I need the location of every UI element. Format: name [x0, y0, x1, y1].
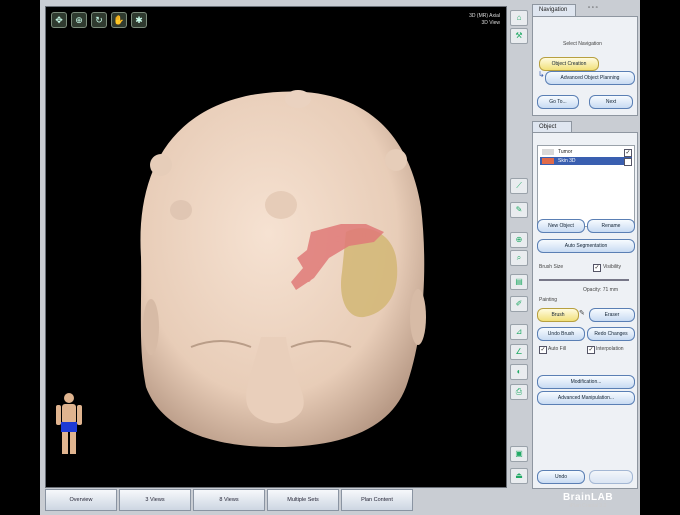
object-label: Skin 3D — [558, 158, 576, 164]
tab-overview[interactable]: Overview — [45, 489, 117, 511]
fiducial-marker — [285, 90, 311, 108]
next-button[interactable]: Next — [589, 95, 633, 109]
undo-brush-button[interactable]: Undo Brush — [537, 327, 585, 341]
tool-strip: ⌂ ⚒ ⟋ ✎ ⊕ ⌕ ▤ ✐ ⊿ ∠ ◐ ⎙ ▣ ⏏ — [508, 6, 528, 491]
fiducial-marker — [170, 200, 192, 220]
brush-tool-small-icon: ✎ — [579, 310, 585, 317]
measure-icon[interactable]: ⟋ — [510, 178, 528, 194]
step-arrow-icon: ↳ — [538, 70, 545, 79]
painting-label: Painting — [539, 297, 558, 303]
opacity-label: Opacity: 71 mm — [583, 287, 619, 293]
brush-size-label: Brush Size — [539, 264, 564, 270]
ruler-icon[interactable]: ⊿ — [510, 324, 528, 340]
visibility-toggle[interactable]: ✓ — [593, 264, 601, 272]
wrench-icon[interactable]: ⚒ — [510, 28, 528, 44]
object-creation-button[interactable]: Object Creation — [539, 57, 599, 71]
interpolation-label: Interpolation — [596, 346, 624, 352]
brush-tool-icon[interactable]: ✎ — [510, 202, 528, 218]
window-controls[interactable]: ▫ ▫ ▫ — [588, 5, 598, 11]
tab-plan-content[interactable]: Plan Content — [341, 489, 413, 511]
angle-icon[interactable]: ∠ — [510, 344, 528, 360]
auto-fill-label: Auto Fill — [548, 346, 567, 352]
3d-viewport[interactable]: ✥ ⊕ ↻ ✋ ✱ 3D (MR) Axial 3D View — [45, 6, 507, 488]
tab-8-views[interactable]: 8 Views — [193, 489, 265, 511]
visibility-checkbox[interactable]: ✓ — [624, 158, 632, 166]
visibility-label: Visibility — [603, 264, 621, 270]
brush-button[interactable]: Brush — [537, 308, 579, 322]
home-icon[interactable]: ⌂ — [510, 10, 528, 26]
contrast-icon[interactable]: ◐ — [510, 364, 528, 380]
tab-navigation[interactable]: Navigation — [532, 4, 576, 16]
tab-multiple-sets[interactable]: Multiple Sets — [267, 489, 339, 511]
advanced-object-planning-button[interactable]: Advanced Object Planning — [545, 71, 635, 85]
color-swatch — [542, 149, 554, 155]
fiducial-marker — [150, 154, 172, 176]
head-3d-render — [140, 90, 426, 447]
fiducial-marker — [385, 149, 407, 171]
interpolation-checkbox[interactable]: ✓ — [587, 346, 595, 354]
save-icon[interactable]: ▣ — [510, 446, 528, 462]
print-icon[interactable]: ⎙ — [510, 384, 528, 400]
view-tabs: Overview 3 Views 8 Views Multiple Sets P… — [45, 489, 413, 511]
eraser-button[interactable]: Eraser — [589, 308, 635, 322]
new-object-button[interactable]: New Object — [537, 219, 585, 233]
body-orientation-figure — [56, 393, 82, 454]
logo-product: iPlan Cranial 3.0 — [569, 503, 607, 509]
brush-size-slider[interactable] — [539, 279, 629, 281]
auto-fill-checkbox[interactable]: ✓ — [539, 346, 547, 354]
zoom-tool-icon[interactable]: ⊕ — [510, 232, 528, 248]
visibility-checkbox[interactable]: ✓ — [624, 149, 632, 157]
modification-button[interactable]: Modification... — [537, 375, 635, 389]
back-button[interactable]: Go To... — [537, 95, 579, 109]
disabled-button — [589, 470, 633, 484]
fiducial-marker — [265, 191, 297, 219]
list-item[interactable]: Tumor ✓ — [540, 148, 632, 157]
exit-icon[interactable]: ⏏ — [510, 468, 528, 484]
navigation-subtitle: Select Navigation — [563, 41, 602, 47]
pen-icon[interactable]: ✐ — [510, 296, 528, 312]
color-swatch — [542, 158, 554, 164]
layers-icon[interactable]: ▤ — [510, 274, 528, 290]
logo-name: BrainLAB — [562, 492, 614, 503]
list-item[interactable]: Skin 3D ✓ — [540, 157, 632, 166]
object-label: Tumor — [558, 149, 573, 155]
advanced-manipulation-button[interactable]: Advanced Manipulation... — [537, 391, 635, 405]
object-panel: Tumor ✓ Skin 3D ✓ New Object Rename Auto… — [532, 132, 638, 489]
object-list[interactable]: Tumor ✓ Skin 3D ✓ — [537, 145, 635, 227]
undo-button[interactable]: Undo — [537, 470, 585, 484]
auto-segmentation-button[interactable]: Auto Segmentation — [537, 239, 635, 253]
navigation-panel: Select Navigation Object Creation ↳ Adva… — [532, 16, 638, 116]
brainlab-logo: BrainLAB iPlan Cranial 3.0 — [548, 492, 628, 509]
search-tool-icon[interactable]: ⌕ — [510, 250, 528, 266]
tab-3-views[interactable]: 3 Views — [119, 489, 191, 511]
rename-button[interactable]: Rename — [587, 219, 635, 233]
redo-changes-button[interactable]: Redo Changes — [587, 327, 635, 341]
